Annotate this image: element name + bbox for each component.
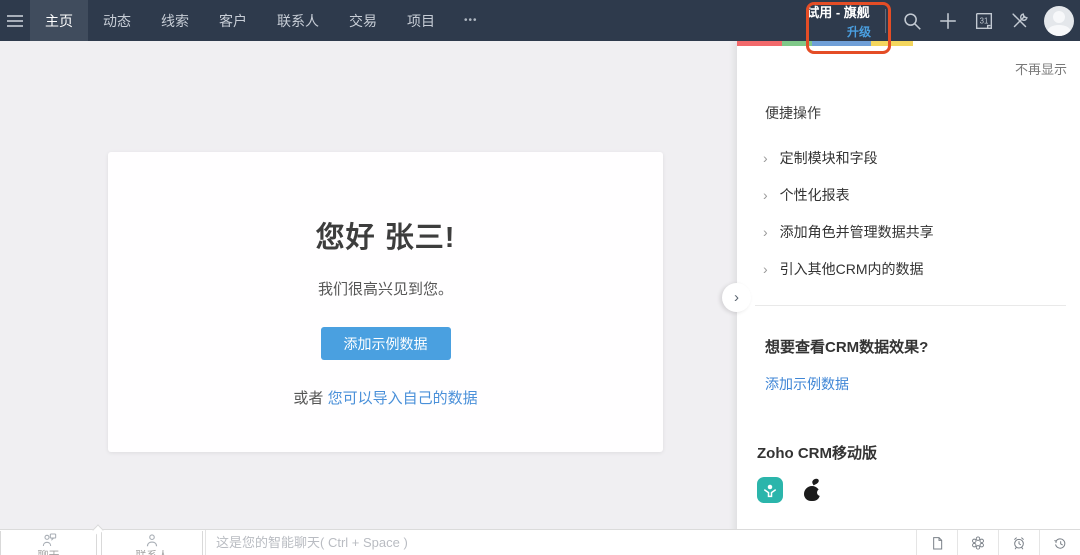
tab-home[interactable]: 主页	[30, 0, 88, 41]
quick-action-label: 引入其他CRM内的数据	[780, 259, 924, 279]
calendar-button[interactable]: 31	[966, 0, 1002, 41]
navbar-right-group: 试用 - 旗舰 升级 31	[799, 0, 1080, 41]
svg-text:31: 31	[980, 16, 989, 25]
welcome-card: 您好 张三! 我们很高兴见到您。 添加示例数据 或者 您可以导入自己的数据	[108, 152, 663, 452]
setup-tools-button[interactable]	[1002, 0, 1038, 41]
contacts-tab-label: 联系人	[136, 547, 169, 555]
mobile-app-title: Zoho CRM移动版	[757, 442, 1066, 463]
panel-content: 便捷操作 › 定制模块和字段 › 个性化报表 › 添加角色并管理数据共享 › 引…	[765, 103, 1066, 503]
add-record-button[interactable]	[930, 0, 966, 41]
zia-flower-icon	[970, 535, 986, 551]
add-sample-data-button[interactable]: 添加示例数据	[321, 327, 451, 360]
avatar-body	[1047, 25, 1071, 36]
hamburger-icon	[6, 14, 24, 28]
stripe-red	[737, 41, 782, 46]
note-icon	[929, 535, 945, 551]
android-app-icon[interactable]	[757, 477, 783, 503]
panel-collapse-handle[interactable]: ›	[722, 283, 751, 312]
mobile-app-section: Zoho CRM移动版	[757, 442, 1066, 503]
hamburger-menu-icon[interactable]	[0, 0, 30, 41]
top-navbar: 主页 动态 线索 客户 联系人 交易 项目 ••• 试用 - 旗舰 升级	[0, 0, 1080, 41]
panel-divider	[755, 305, 1066, 306]
quick-actions-list: › 定制模块和字段 › 个性化报表 › 添加角色并管理数据共享 › 引入其他CR…	[765, 139, 1066, 287]
main-content-area: 您好 张三! 我们很高兴见到您。 添加示例数据 或者 您可以导入自己的数据	[0, 41, 737, 529]
navbar-separator	[885, 9, 886, 33]
trial-plan-block[interactable]: 试用 - 旗舰 升级	[799, 2, 877, 40]
add-sample-data-link[interactable]: 添加示例数据	[765, 374, 849, 394]
reminders-button[interactable]	[998, 530, 1039, 555]
tab-projects[interactable]: 项目	[392, 0, 450, 41]
or-text: 或者	[293, 390, 327, 407]
contacts-tab[interactable]: 联系人	[101, 531, 203, 555]
history-button[interactable]	[1039, 530, 1080, 555]
quick-action-personalized-reports[interactable]: › 个性化报表	[765, 176, 1066, 213]
calendar-icon: 31	[973, 10, 995, 32]
contacts-person-icon	[145, 533, 159, 547]
apple-bite	[817, 489, 824, 496]
stripe-yellow	[871, 41, 913, 46]
chevron-right-icon: ›	[763, 187, 768, 203]
quick-action-customize-modules[interactable]: › 定制模块和字段	[765, 139, 1066, 176]
apple-leaf	[811, 478, 820, 486]
tab-leads[interactable]: 线索	[146, 0, 204, 41]
apple-app-store-icon[interactable]	[801, 478, 823, 502]
stripe-blue	[812, 41, 871, 46]
smart-chat-input[interactable]	[216, 530, 876, 555]
zoho-crm-window: 主页 动态 线索 客户 联系人 交易 项目 ••• 试用 - 旗舰 升级	[0, 0, 1080, 555]
tab-accounts[interactable]: 客户	[204, 0, 262, 41]
chevron-right-icon: ›	[763, 261, 768, 277]
plus-icon	[937, 10, 959, 32]
trial-plan-label: 试用 - 旗舰	[806, 2, 870, 21]
chat-tab[interactable]: 聊天	[0, 531, 97, 555]
upgrade-link[interactable]: 升级	[847, 23, 877, 40]
quick-action-label: 定制模块和字段	[780, 148, 878, 168]
quick-action-label: 个性化报表	[780, 185, 850, 205]
more-modules-icon[interactable]: •••	[450, 0, 492, 41]
stripe-green	[782, 41, 812, 46]
tab-contacts[interactable]: 联系人	[262, 0, 334, 41]
alarm-clock-icon	[1011, 535, 1027, 551]
sample-data-section: 想要查看CRM数据效果? 添加示例数据	[765, 336, 1066, 394]
color-stripe	[737, 41, 1080, 46]
history-clock-icon	[1052, 535, 1068, 551]
chevron-right-icon: ›	[763, 150, 768, 166]
quick-actions-panel: 不再显示 便捷操作 › 定制模块和字段 › 个性化报表 › 添加角色并管理数据共…	[737, 41, 1080, 555]
app-store-icons	[757, 477, 1066, 503]
chat-bar-separator	[205, 530, 206, 555]
greeting-title: 您好 张三!	[316, 214, 456, 256]
tab-deals[interactable]: 交易	[334, 0, 392, 41]
user-avatar[interactable]	[1044, 6, 1074, 36]
greeting-subtitle: 我们很高兴见到您。	[318, 278, 453, 299]
quick-action-roles-sharing[interactable]: › 添加角色并管理数据共享	[765, 213, 1066, 250]
chevron-right-icon: ›	[763, 224, 768, 240]
quick-actions-title: 便捷操作	[765, 103, 1066, 123]
avatar-head	[1053, 11, 1065, 23]
notes-button[interactable]	[916, 530, 957, 555]
sample-data-title: 想要查看CRM数据效果?	[765, 336, 1066, 357]
search-icon	[901, 10, 923, 32]
import-own-data-link[interactable]: 您可以导入自己的数据	[328, 390, 478, 407]
quick-action-label: 添加角色并管理数据共享	[780, 222, 934, 242]
import-data-line: 或者 您可以导入自己的数据	[293, 387, 477, 408]
tools-icon	[1009, 10, 1031, 32]
bottom-chat-bar: 聊天 联系人	[0, 529, 1080, 555]
dismiss-panel-link[interactable]: 不再显示	[1015, 59, 1067, 78]
chat-person-icon	[41, 533, 57, 547]
crm-app-glyph-icon	[761, 481, 779, 499]
module-tabs: 主页 动态 线索 客户 联系人 交易 项目	[30, 0, 450, 41]
search-button[interactable]	[894, 0, 930, 41]
zia-assistant-button[interactable]	[957, 530, 998, 555]
chat-bar-icons	[916, 530, 1080, 555]
quick-action-import-crm-data[interactable]: › 引入其他CRM内的数据	[765, 250, 1066, 287]
tab-feeds[interactable]: 动态	[88, 0, 146, 41]
chat-tab-label: 聊天	[38, 547, 60, 555]
